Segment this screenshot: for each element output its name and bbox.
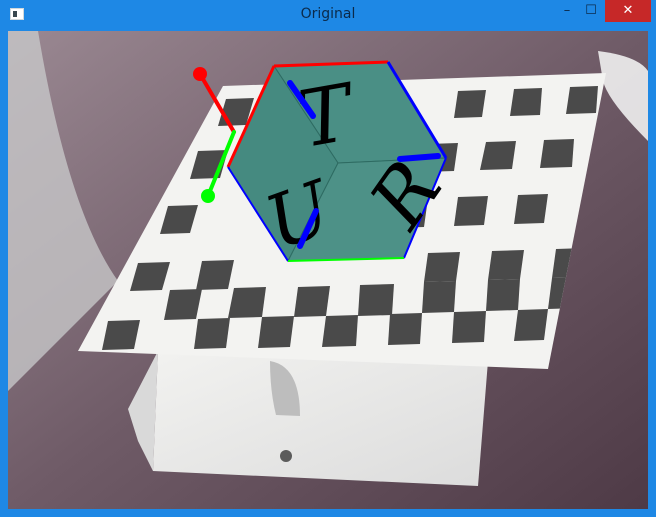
axis-y-marker bbox=[201, 189, 215, 203]
axis-x-marker bbox=[193, 67, 207, 81]
white-box bbox=[153, 351, 488, 486]
title-bar[interactable]: Original – ☐ ✕ bbox=[0, 0, 656, 30]
camera-viewport: T U R bbox=[8, 31, 648, 509]
maximize-button[interactable]: ☐ bbox=[581, 0, 601, 22]
app-window: Original – ☐ ✕ T U R bbox=[0, 0, 656, 517]
close-button[interactable]: ✕ bbox=[605, 0, 651, 22]
apple-logo-mark bbox=[280, 450, 292, 462]
minimize-button[interactable]: – bbox=[557, 0, 577, 22]
camera-image: T U R bbox=[8, 31, 648, 509]
normal-right-indicator bbox=[397, 153, 441, 162]
